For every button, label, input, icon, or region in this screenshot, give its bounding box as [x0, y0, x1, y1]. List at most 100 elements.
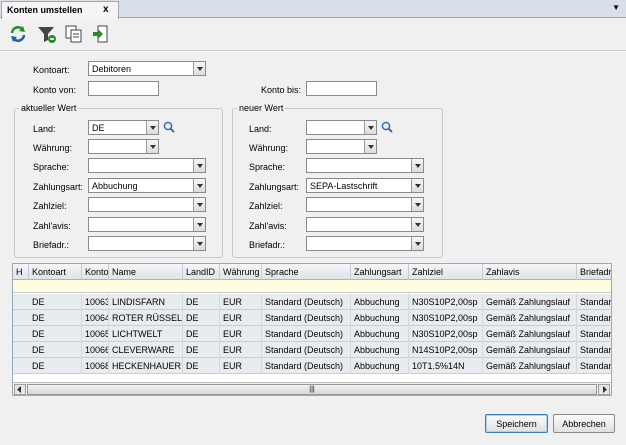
- chevron-down-icon[interactable]: [193, 218, 205, 231]
- cancel-button[interactable]: Abbrechen: [553, 414, 615, 433]
- current-sprache-select[interactable]: [88, 158, 206, 173]
- column-header-waehrung[interactable]: Währung: [220, 264, 262, 280]
- exit-icon[interactable]: [92, 24, 112, 44]
- table-row[interactable]: DE 10064 ROTER RÜSSEL DE EUR Standard (D…: [13, 310, 611, 326]
- table-row[interactable]: DE 10066 CLEVERWARE DE EUR Standard (Deu…: [13, 342, 611, 358]
- cell-sprache: Standard (Deutsch): [262, 326, 351, 342]
- current-value-title: aktueller Wert: [19, 103, 79, 113]
- cell-kontoart: DE: [29, 326, 82, 342]
- column-header-zahlavis[interactable]: Zahlavis: [483, 264, 577, 280]
- chevron-down-icon[interactable]: [193, 62, 205, 75]
- cell-name: CLEVERWARE: [109, 342, 183, 358]
- cell-briefadre: Standard: [577, 358, 611, 374]
- current-zahlavis-select[interactable]: [88, 217, 206, 232]
- chevron-down-icon[interactable]: [364, 121, 376, 134]
- new-land-select[interactable]: [306, 120, 377, 135]
- current-zahlavis-label: Zahl'avis:: [33, 221, 71, 231]
- column-header-kontoart[interactable]: Kontoart: [29, 264, 82, 280]
- search-icon[interactable]: [381, 121, 393, 133]
- cell-zahlungsart: Abbuchung: [351, 358, 409, 374]
- new-zahlungsart-select[interactable]: SEPA-Lastschrift: [306, 178, 424, 193]
- kontoart-select[interactable]: Debitoren: [88, 61, 206, 76]
- search-icon[interactable]: [163, 121, 175, 133]
- table-row[interactable]: DE 10063 LINDISFARN DE EUR Standard (Deu…: [13, 294, 611, 310]
- cell-zahlziel: N30S10P2,00sp: [409, 326, 483, 342]
- grid-filter-row[interactable]: [13, 280, 611, 293]
- column-header-konto[interactable]: Konto: [82, 264, 109, 280]
- grid-corner[interactable]: H: [13, 264, 29, 280]
- chevron-down-icon[interactable]: [411, 198, 423, 211]
- chevron-down-icon[interactable]: [146, 140, 158, 153]
- column-header-name[interactable]: Name: [109, 264, 183, 280]
- close-icon[interactable]: x: [103, 4, 109, 15]
- cell-zahlziel: 10T1.5%14N: [409, 358, 483, 374]
- chevron-down-icon[interactable]: [193, 237, 205, 250]
- cell-waehrung: EUR: [220, 294, 262, 310]
- konto-von-input[interactable]: [88, 81, 159, 96]
- cell-briefadre: Standard: [577, 310, 611, 326]
- chevron-down-icon[interactable]: [411, 179, 423, 192]
- cell-waehrung: EUR: [220, 358, 262, 374]
- scroll-right-icon[interactable]: [598, 384, 610, 395]
- konto-von-label: Konto von:: [33, 85, 77, 95]
- current-zahlziel-label: Zahlziel:: [33, 201, 67, 211]
- current-zahlungsart-value: Abbuchung: [92, 181, 138, 191]
- cell-briefadre: Standard: [577, 326, 611, 342]
- chevron-down-icon[interactable]: [193, 179, 205, 192]
- cell-zahlungsart: Abbuchung: [351, 326, 409, 342]
- accounts-grid[interactable]: H Kontoart Konto Name LandID Währung Spr…: [12, 263, 612, 396]
- cell-sprache: Standard (Deutsch): [262, 294, 351, 310]
- window-menu-icon[interactable]: ▼: [612, 3, 620, 12]
- cell-landid: DE: [183, 342, 220, 358]
- current-land-select[interactable]: DE: [88, 120, 159, 135]
- cell-kontoart: DE: [29, 294, 82, 310]
- save-button[interactable]: Speichern: [485, 414, 548, 433]
- chevron-down-icon[interactable]: [193, 198, 205, 211]
- new-zahlziel-select[interactable]: [306, 197, 424, 212]
- current-waehrung-select[interactable]: [88, 139, 159, 154]
- column-header-sprache[interactable]: Sprache: [262, 264, 351, 280]
- tab-konten-umstellen[interactable]: Konten umstellen x: [1, 1, 119, 19]
- konto-bis-input[interactable]: [306, 81, 377, 96]
- cell-zahlavis: Gemäß Zahlungslauf: [483, 326, 577, 342]
- column-header-landid[interactable]: LandID: [183, 264, 220, 280]
- cell-zahlziel: N30S10P2,00sp: [409, 294, 483, 310]
- column-header-zahlziel[interactable]: Zahlziel: [409, 264, 483, 280]
- cell-sprache: Standard (Deutsch): [262, 358, 351, 374]
- new-waehrung-select[interactable]: [306, 139, 377, 154]
- cell-briefadre: Standard: [577, 294, 611, 310]
- chevron-down-icon[interactable]: [193, 159, 205, 172]
- scroll-left-icon[interactable]: [14, 384, 26, 395]
- new-land-label: Land:: [249, 124, 272, 134]
- column-header-briefadre[interactable]: Briefadre: [577, 264, 611, 280]
- chevron-down-icon[interactable]: [146, 121, 158, 134]
- chevron-down-icon[interactable]: [411, 218, 423, 231]
- column-header-zahlungsart[interactable]: Zahlungsart: [351, 264, 409, 280]
- current-briefadr-select[interactable]: [88, 236, 206, 251]
- chevron-down-icon[interactable]: [411, 237, 423, 250]
- cell-zahlavis: Gemäß Zahlungslauf: [483, 342, 577, 358]
- scrollbar-thumb[interactable]: |||: [27, 384, 597, 395]
- new-zahlavis-select[interactable]: [306, 217, 424, 232]
- current-zahlungsart-select[interactable]: Abbuchung: [88, 178, 206, 193]
- refresh-icon[interactable]: [8, 24, 28, 44]
- cell-sprache: Standard (Deutsch): [262, 310, 351, 326]
- table-row[interactable]: DE 10065 LICHTWELT DE EUR Standard (Deut…: [13, 326, 611, 342]
- new-zahlungsart-label: Zahlungsart:: [249, 182, 300, 192]
- current-waehrung-label: Währung:: [33, 143, 73, 153]
- kontoart-value: Debitoren: [92, 64, 132, 74]
- horizontal-scrollbar[interactable]: |||: [13, 382, 611, 395]
- chevron-down-icon[interactable]: [364, 140, 376, 153]
- cell-landid: DE: [183, 326, 220, 342]
- new-briefadr-select[interactable]: [306, 236, 424, 251]
- cell-konto: 10066: [82, 342, 109, 358]
- chevron-down-icon[interactable]: [411, 159, 423, 172]
- table-row[interactable]: DE 10068 HECKENHAUER DE EUR Standard (De…: [13, 358, 611, 374]
- filter-icon[interactable]: [37, 24, 57, 44]
- cell-konto: 10065: [82, 326, 109, 342]
- new-sprache-select[interactable]: [306, 158, 424, 173]
- current-zahlziel-select[interactable]: [88, 197, 206, 212]
- copy-icon[interactable]: [64, 24, 84, 44]
- grid-header: H Kontoart Konto Name LandID Währung Spr…: [13, 264, 611, 280]
- tab-bar: Konten umstellen x ▼: [0, 0, 626, 19]
